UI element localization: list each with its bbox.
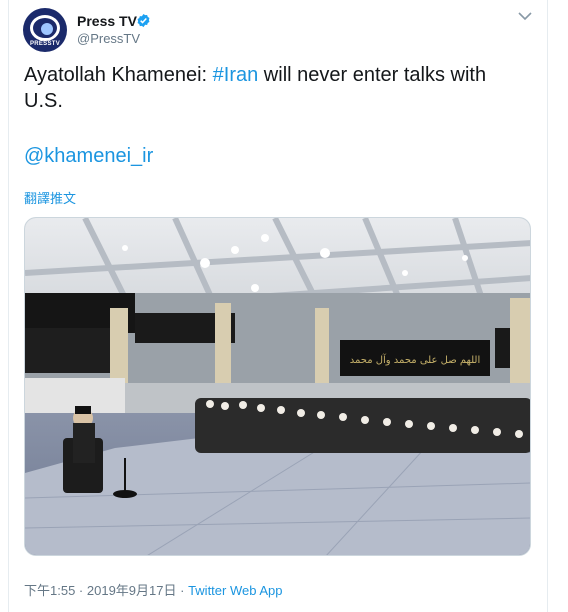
translate-tweet-link[interactable]: 翻譯推文 [24, 188, 76, 207]
hashtag-link[interactable]: #Iran [213, 64, 259, 86]
tweet-text: Ayatollah Khamenei: #Iran will never ent… [24, 62, 524, 114]
avatar-dot-shape [38, 20, 56, 38]
tweet-date[interactable]: 2019年9月17日 [87, 583, 177, 598]
tweet-meta: 下午1:55 · 2019年9月17日 · Twitter Web App [24, 580, 282, 599]
photo-illustration: اللهم صل على محمد وآل محمد [25, 218, 530, 555]
tweet-source-link[interactable]: Twitter Web App [188, 583, 282, 598]
profile-avatar[interactable]: PRESSTV [23, 8, 67, 52]
tweet-text-start: Ayatollah Khamenei: [24, 64, 213, 86]
chevron-down-icon[interactable] [518, 11, 532, 21]
meta-separator: · [75, 583, 87, 598]
avatar-logo-text: PRESSTV [29, 41, 61, 47]
tweet-time[interactable]: 下午1:55 [24, 583, 75, 598]
display-name[interactable]: Press TV [77, 13, 137, 29]
mention-link[interactable]: @khamenei_ir [24, 143, 153, 169]
meta-separator-2: · [176, 583, 189, 598]
tweet-photo[interactable]: اللهم صل على محمد وآل محمد [24, 217, 531, 556]
verified-badge-icon [137, 13, 150, 28]
user-handle[interactable]: @PressTV [77, 31, 140, 46]
photo-banner-text: اللهم صل على محمد وآل محمد [350, 353, 481, 366]
